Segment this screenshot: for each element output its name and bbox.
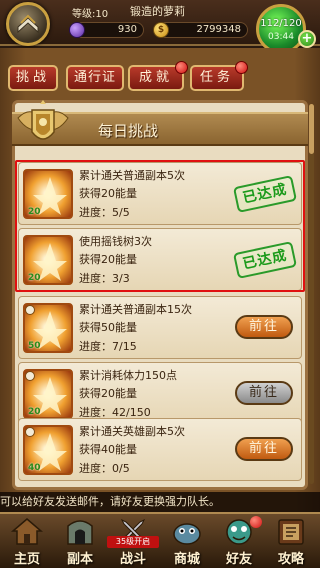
add-energy-button[interactable]: + — [298, 30, 316, 48]
player-level: 等级:10 — [72, 9, 109, 20]
scrollbar-thumb[interactable] — [309, 104, 314, 154]
nav-home[interactable]: 主页 — [0, 514, 54, 568]
notification-dot — [250, 516, 262, 528]
task-reward: 获得40能量 — [79, 443, 137, 456]
nav-label: 主页 — [13, 552, 40, 567]
gem-counter: 930 — [69, 22, 144, 38]
tab-pass[interactable]: 通行证 — [66, 65, 124, 91]
task-title: 累计消耗体力150点 — [79, 369, 177, 382]
battle-unlock-badge: 35级开启 — [107, 536, 159, 548]
task-reward-amount: 20 — [28, 407, 41, 417]
nav-friends[interactable]: 好友 — [212, 514, 266, 568]
tab-label: 通行证 — [73, 70, 116, 85]
energy-value: 112/120 — [260, 18, 302, 29]
rank-badge[interactable] — [6, 2, 50, 46]
shop-icon — [173, 523, 201, 545]
nav-label: 攻略 — [277, 552, 304, 567]
tab-bar: 挑战 通行证 成就 任务 — [0, 60, 320, 96]
home-icon — [10, 518, 44, 545]
tab-label: 挑战 — [15, 70, 50, 85]
panel-title: 每日挑战 — [98, 122, 159, 140]
go-button[interactable]: 前往 — [235, 315, 293, 339]
nav-label: 副本 — [66, 552, 93, 567]
winged-shield-emblem-icon — [17, 100, 69, 140]
tab-tasks[interactable]: 任务 — [190, 61, 248, 91]
scrollbar[interactable] — [309, 104, 314, 484]
task-progress: 进度：0/5 — [79, 462, 130, 475]
go-button[interactable]: 前往 — [235, 437, 293, 461]
player-name: 锻造的萝莉 — [130, 5, 185, 18]
task-title: 累计通关普通副本15次 — [79, 303, 192, 316]
task-item: 40 累计通关英雄副本5次 获得40能量 进度：0/5 前往 — [18, 418, 302, 481]
gold-counter: $ 2799348 — [153, 22, 248, 38]
rank-chevron-icon — [17, 14, 39, 34]
dungeon-icon — [67, 520, 93, 545]
tab-label: 成就 — [138, 70, 173, 85]
gold-amount: 2799348 — [196, 24, 241, 35]
task-title: 累计通关英雄副本5次 — [79, 425, 185, 438]
task-reward-amount: 40 — [28, 463, 41, 473]
task-item: 50 累计通关普通副本15次 获得50能量 进度：7/15 前往 — [18, 296, 302, 359]
bottom-navigation: 主页 副本 战斗 商城 好友 攻略 — [0, 512, 320, 568]
task-reward: 获得20能量 — [79, 387, 137, 400]
gem-icon — [69, 22, 85, 38]
nav-label: 战斗 — [119, 552, 146, 567]
task-reward: 获得50能量 — [79, 321, 137, 334]
tab-challenge[interactable]: 挑战 — [8, 65, 58, 91]
task-item: 20 累计消耗体力150点 获得20能量 进度：42/150 前往 — [18, 362, 302, 425]
notification-dot — [235, 61, 248, 74]
system-message-ticker: 可以给好友发送邮件，请好友更换强力队长。 — [0, 492, 320, 512]
nav-label: 好友 — [225, 552, 252, 567]
energy-orb: 112/120 03:44 — [256, 4, 306, 54]
energy-reward-icon: 40 — [23, 425, 73, 475]
tab-achievement[interactable]: 成就 — [128, 61, 188, 91]
tab-label: 任务 — [199, 70, 234, 85]
energy-timer: 03:44 — [268, 32, 294, 42]
nav-label: 商城 — [173, 552, 200, 567]
gold-coin-icon: $ — [153, 22, 169, 38]
energy-reward-icon: 20 — [23, 369, 73, 419]
guide-icon — [278, 519, 304, 545]
task-reward-amount: 50 — [28, 341, 41, 351]
nav-shop[interactable]: 商城 — [160, 514, 214, 568]
completed-tasks-highlight — [15, 160, 305, 292]
nav-dungeon[interactable]: 副本 — [53, 514, 107, 568]
gem-amount: 930 — [117, 24, 137, 35]
energy-reward-icon: 50 — [23, 303, 73, 353]
nav-guide[interactable]: 攻略 — [264, 514, 318, 568]
notification-dot — [175, 61, 188, 74]
go-button[interactable]: 前往 — [235, 381, 293, 405]
task-progress: 进度：7/15 — [79, 340, 137, 353]
